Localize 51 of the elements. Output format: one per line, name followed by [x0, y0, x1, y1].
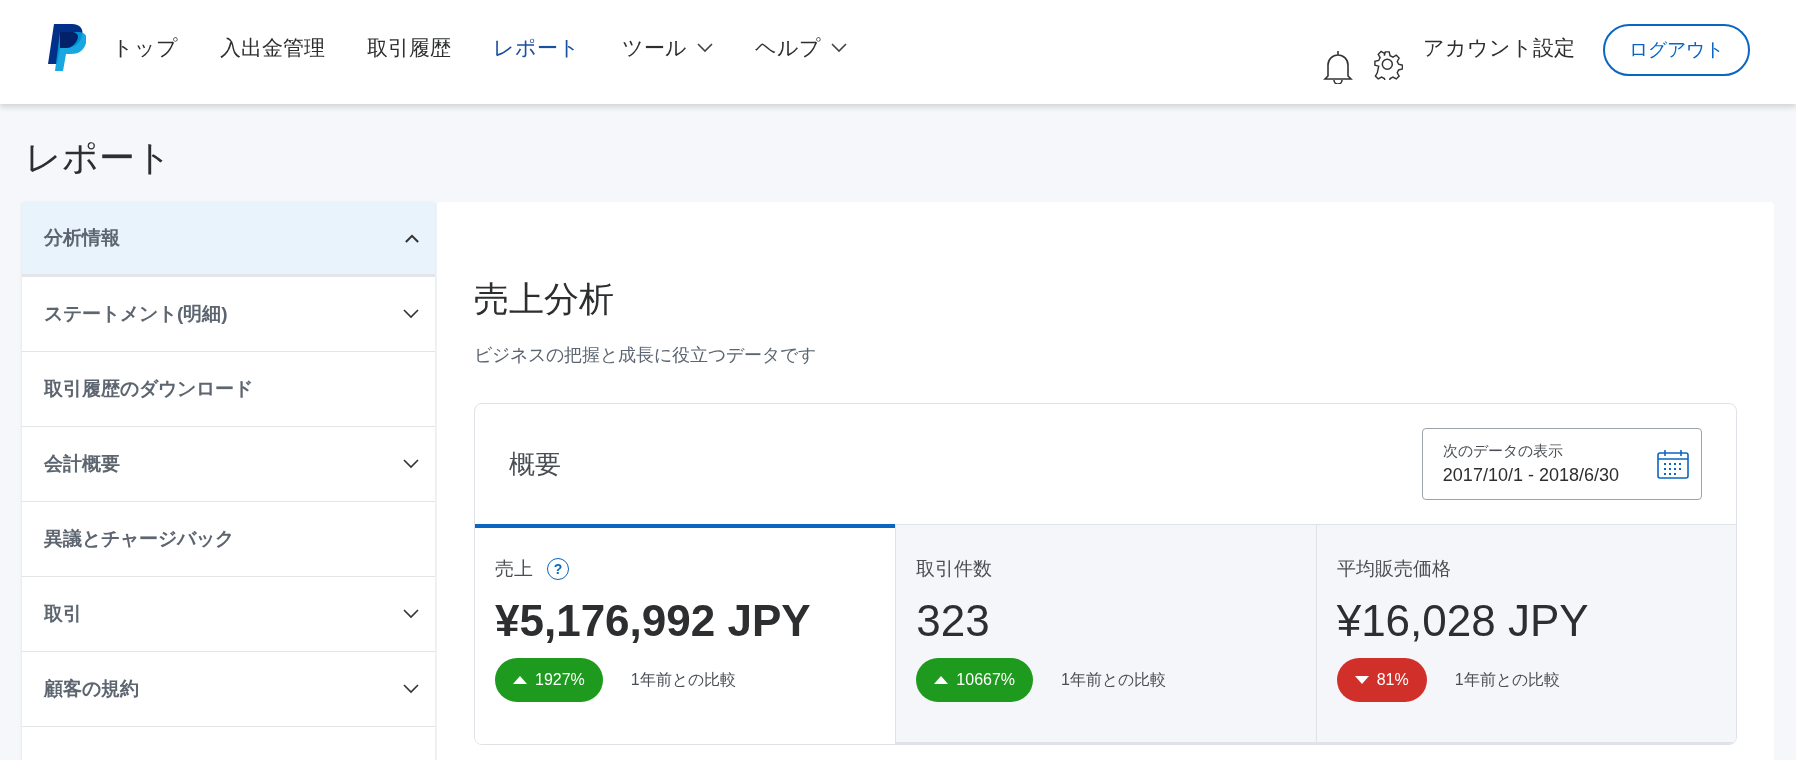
date-range-picker[interactable]: 次のデータの表示 2017/10/1 - 2018/6/30: [1421, 428, 1702, 500]
triangle-up-icon: [513, 676, 527, 684]
bell-icon[interactable]: [1323, 50, 1353, 84]
change-badge: 1927%: [495, 658, 603, 702]
comparison-label: 1年前との比較: [630, 669, 736, 690]
section-subtitle: ビジネスの把握と成長に役立つデータです: [474, 344, 817, 367]
chevron-down-icon: [831, 43, 847, 53]
nav-link[interactable]: トップ: [112, 34, 178, 62]
card-title: 概要: [509, 447, 561, 481]
nav-link[interactable]: 取引履歴: [367, 34, 451, 62]
sidebar-item[interactable]: 取引履歴のダウンロード: [22, 352, 435, 427]
nav-link[interactable]: 入出金管理: [220, 34, 325, 62]
metric-tab[interactable]: 平均販売価格 ¥16,028 JPY 81% 1年前との比較: [1315, 524, 1736, 744]
settings-icon[interactable]: [1373, 50, 1403, 80]
metric-value: ¥16,028 JPY: [1336, 596, 1590, 646]
comparison-label: 1年前との比較: [1454, 669, 1560, 690]
p-logo-icon[interactable]: [46, 24, 86, 72]
sidebar-item-label: ステートメント(明細): [44, 302, 228, 326]
calendar-icon: [1657, 449, 1689, 479]
page-title: レポート: [25, 136, 173, 180]
sidebar-item-label: 取引履歴のダウンロード: [44, 377, 253, 401]
sidebar-item-label: 顧客の規約: [44, 677, 139, 701]
sidebar-item[interactable]: 会計概要: [22, 427, 435, 502]
sidebar-item[interactable]: 取引: [22, 577, 435, 652]
sidebar-item-label: 分析情報: [44, 226, 120, 250]
metric-label: 売上: [495, 557, 533, 581]
sidebar-item[interactable]: 分析情報: [22, 202, 435, 277]
metric-label: 取引件数: [916, 557, 993, 581]
sidebar-item[interactable]: 異議とチャージバック: [22, 502, 435, 577]
nav-link[interactable]: レポート: [493, 34, 580, 62]
change-badge: 81%: [1336, 658, 1427, 702]
sidebar-item-label: 会計概要: [44, 452, 120, 476]
metric-label: 平均販売価格: [1336, 557, 1451, 581]
metric-tab[interactable]: 取引件数 323 10667% 1年前との比較: [895, 524, 1316, 744]
logout-button[interactable]: ログアウト: [1603, 24, 1750, 76]
nav-link[interactable]: ツール: [622, 34, 713, 62]
sidebar-item[interactable]: 顧客の規約: [22, 652, 435, 727]
change-badge: 10667%: [916, 658, 1034, 702]
section-title: 売上分析: [474, 278, 615, 320]
sidebar-item[interactable]: ステートメント(明細): [22, 277, 435, 352]
chevron-down-icon: [697, 43, 713, 53]
metric-value: 323: [916, 596, 991, 646]
metric-value: ¥5,176,992 JPY: [495, 596, 812, 646]
comparison-label: 1年前との比較: [1061, 669, 1166, 690]
nav-link[interactable]: ヘルプ: [755, 34, 847, 62]
triangle-down-icon: [1354, 676, 1369, 684]
metric-tab[interactable]: 売上 ? ¥5,176,992 JPY 1927% 1年前との比較: [475, 524, 896, 744]
account-settings-link[interactable]: アカウント設定: [1423, 34, 1575, 62]
sidebar-item-label: 取引: [44, 602, 82, 626]
sidebar-item-label: 異議とチャージバック: [44, 527, 234, 551]
triangle-up-icon: [934, 676, 949, 684]
